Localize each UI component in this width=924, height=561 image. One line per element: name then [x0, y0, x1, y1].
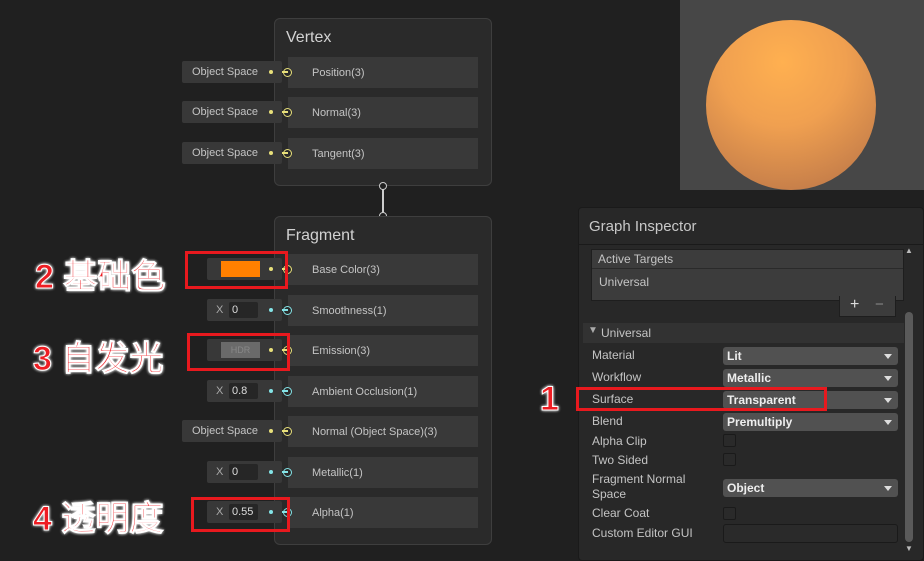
vertex-port-normal-3[interactable]: Normal(3): [283, 97, 478, 128]
input-dot-icon: [269, 110, 273, 114]
workflow-label: Workflow: [592, 370, 642, 384]
input-dot-icon: [269, 429, 273, 433]
fragment-input-metallic-1[interactable]: X0: [207, 461, 282, 483]
port-label: Alpha(1): [312, 507, 354, 519]
axis-label: X: [216, 466, 224, 478]
base-color-highlight-box: [185, 251, 288, 289]
emission-highlight-box: [187, 333, 290, 371]
fragment-port-smoothness-1[interactable]: Smoothness(1): [283, 295, 478, 326]
fragment-port-alpha-1[interactable]: Alpha(1): [283, 497, 478, 528]
port-label: Tangent(3): [312, 148, 365, 160]
universal-section-header[interactable]: ▼ Universal: [583, 323, 904, 343]
input-dot-icon: [269, 151, 273, 155]
alpha-clip-checkbox[interactable]: [723, 434, 736, 447]
fragment-normal-label-2: Space: [592, 487, 627, 501]
input-dot-icon: [269, 70, 273, 74]
fragment-port-metallic-1[interactable]: Metallic(1): [283, 457, 478, 488]
value-field[interactable]: 0: [229, 464, 258, 480]
scroll-down-icon[interactable]: ▼: [905, 544, 913, 553]
vertex-input-tangent-3[interactable]: Object Space: [182, 142, 282, 164]
fragment-normal-space-dropdown[interactable]: Object: [723, 479, 898, 497]
active-targets-header: Active Targets: [598, 252, 674, 266]
foldout-triangle-icon: ▼: [588, 325, 598, 336]
input-dot-icon: [269, 470, 273, 474]
graph-inspector: Graph Inspector Active Targets Universal…: [578, 207, 924, 561]
alpha-highlight-box: [191, 497, 290, 532]
inspector-title: Graph Inspector: [589, 218, 697, 235]
annotation-1: 1: [540, 380, 560, 419]
blend-dropdown[interactable]: Premultiply: [723, 413, 898, 431]
fragment-title: Fragment: [286, 227, 355, 244]
scroll-up-icon[interactable]: ▲: [905, 246, 913, 255]
remove-target-button[interactable]: −: [875, 296, 884, 313]
connector-dot-top: [379, 182, 387, 190]
active-target-item[interactable]: Universal: [599, 275, 649, 289]
fragment-input-normal-object-space-3[interactable]: Object Space: [182, 420, 282, 442]
input-dot-icon: [269, 308, 273, 312]
blend-label: Blend: [592, 414, 623, 428]
custom-editor-gui-field[interactable]: [723, 524, 898, 543]
fragment-input-ambient-occlusion-1[interactable]: X 0.8: [207, 380, 282, 402]
port-label: Normal (Object Space)(3): [312, 426, 438, 438]
material-label: Material: [592, 348, 635, 362]
value-field[interactable]: 0.8: [229, 383, 258, 399]
space-label: Object Space: [192, 147, 259, 159]
preview-sphere: [706, 20, 876, 190]
fragment-port-normal-object-space-3[interactable]: Normal (Object Space)(3): [283, 416, 478, 447]
alpha-clip-label: Alpha Clip: [592, 434, 647, 448]
input-dot-icon: [269, 389, 273, 393]
inspector-scrollbar[interactable]: ▲ ▼: [903, 244, 915, 560]
space-label: Object Space: [192, 106, 259, 118]
port-label: Smoothness(1): [312, 305, 387, 317]
scrollbar-thumb[interactable]: [905, 312, 913, 542]
target-add-remove: + −: [839, 296, 896, 317]
vertex-title: Vertex: [286, 29, 332, 46]
fragment-normal-label: Fragment Normal: [592, 472, 686, 486]
fragment-port-emission-3[interactable]: Emission(3): [283, 335, 478, 366]
annotation-2: 2 基础色: [34, 258, 166, 297]
fragment-port-base-color-3[interactable]: Base Color(3): [283, 254, 478, 285]
active-targets-list: Active Targets Universal: [591, 249, 904, 301]
value-field[interactable]: 0: [229, 302, 258, 318]
axis-label: X: [216, 304, 224, 316]
port-label: Normal(3): [312, 107, 361, 119]
port-label: Ambient Occlusion(1): [312, 386, 418, 398]
main-preview[interactable]: [680, 0, 924, 190]
vertex-input-normal-3[interactable]: Object Space: [182, 101, 282, 123]
annotation-3: 3 自发光: [32, 340, 164, 379]
material-dropdown[interactable]: Lit: [723, 347, 898, 365]
fragment-port-ambient-occlusion-1[interactable]: Ambient Occlusion(1): [283, 376, 478, 407]
workflow-dropdown[interactable]: Metallic: [723, 369, 898, 387]
vertex-port-position-3[interactable]: Position(3): [283, 57, 478, 88]
port-label: Metallic(1): [312, 467, 363, 479]
axis-label: X: [216, 385, 224, 397]
custom-editor-gui-label: Custom Editor GUI: [592, 526, 693, 540]
space-label: Object Space: [192, 66, 259, 78]
port-label: Position(3): [312, 67, 365, 79]
two-sided-checkbox[interactable]: [723, 453, 736, 466]
annotation-4: 4 透明度: [32, 500, 164, 539]
vertex-input-position-3[interactable]: Object Space: [182, 61, 282, 83]
two-sided-label: Two Sided: [592, 453, 649, 467]
clear-coat-checkbox[interactable]: [723, 507, 736, 520]
vertex-port-tangent-3[interactable]: Tangent(3): [283, 138, 478, 169]
port-label: Emission(3): [312, 345, 371, 357]
space-label: Object Space: [192, 425, 259, 437]
surface-highlight-box: [576, 387, 827, 411]
clear-coat-label: Clear Coat: [592, 506, 650, 520]
fragment-input-smoothness-1[interactable]: X0: [207, 299, 282, 321]
port-label: Base Color(3): [312, 264, 380, 276]
add-target-button[interactable]: +: [850, 296, 859, 314]
